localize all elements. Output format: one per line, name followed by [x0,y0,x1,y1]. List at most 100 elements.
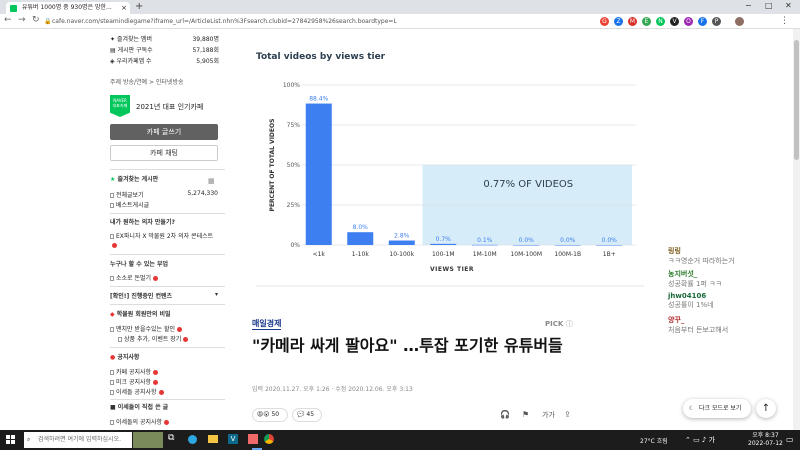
cafe-sidebar: ✦ 즐겨찾는 멤버 39,880명 ▤ 게시판 구독수 57,188회 ◈ 우리… [110,29,225,429]
y-axis-label: PERCENT OF TOTAL VIDEOS [269,119,276,212]
cafe-write-button[interactable]: 카페 글쓰기 [110,124,218,140]
task-view-icon[interactable]: ⧉ [168,433,174,443]
news-source[interactable]: 매일경제 [252,318,282,330]
minimize-button[interactable]: − [745,1,752,10]
bar-value-label: 0.0% [519,237,535,244]
y-tick-label: 50% [287,162,301,169]
naver-badge-icon: NAVER 대표카페 [110,95,130,117]
font-size-icon[interactable]: 가가 [542,410,555,420]
maximize-button[interactable]: □ [765,1,773,10]
best-posts-link[interactable]: 베스트게시글 [110,200,149,209]
chart-card: Total videos by views tier 0.77% OF VIDE… [240,40,650,288]
board-link[interactable]: 이세돌의 공지사항 [110,417,170,426]
x-tick-label: 10M-100M [510,251,542,258]
bar [554,245,581,246]
browser-extension-icon[interactable]: P [712,17,721,26]
moon-icon: ☾ [689,405,695,412]
board-link[interactable]: 맨치만 받을수있는 할인 [110,324,183,333]
file-explorer-icon[interactable] [208,435,218,443]
bar [596,245,623,246]
x-tick-label: 1B+ [603,251,616,258]
article-meta: 입력 2020.11.27. 오후 1:26 · 수정 2020.12.06. … [252,386,413,393]
x-tick-label: 10-100k [389,251,414,258]
browser-extension-icon[interactable]: O [684,17,693,26]
new-tab-button[interactable]: + [135,1,143,12]
browser-extension-icon[interactable]: E [642,17,651,26]
bar [347,232,374,245]
browser-tab[interactable]: 유튜버 1000명 중 930명은 망한... × [6,2,130,14]
notification-icon[interactable]: ▭ [786,435,794,444]
bar-value-label: 0.0% [602,237,618,244]
browser-menu-icon[interactable]: ⋮ [780,16,789,26]
section-heading: ■ 이세돌이 직접 쓴 글 [110,404,169,411]
chat-message: 양꾸_ 처음부터 돈보고해서 [668,316,729,334]
url-field[interactable]: cafe.naver.com/steamindiegame?iframe_url… [52,17,592,27]
stat-row: ◈ 우리카페앱 수 5,905회 [110,58,219,65]
bar-value-label: 2.8% [394,233,410,240]
tray-icons[interactable]: ⌃ ▭ ♪ 가 [685,435,715,445]
x-tick-label: 1-10k [352,251,370,258]
all-posts-link[interactable]: 전체글보기 5,274,330 [110,190,220,199]
bar [388,240,415,245]
audio-icon[interactable]: 🎧 [500,410,510,419]
board-link[interactable]: 소소로 돈벌기 [110,273,159,282]
reactions-button[interactable]: 😡😮 50 [252,408,288,422]
forward-icon[interactable]: → [18,15,26,25]
y-tick-label: 100% [283,82,300,89]
fav-boards-heading: ★ 즐겨찾는 게시판 [110,176,159,183]
board-link[interactable]: EX파니자 X 막물원 2차 의자 콘테스트 [110,232,220,250]
section-heading[interactable]: [확인!] 진행중인 컨텐츠 ▾ [110,291,218,300]
close-window-button[interactable]: ✕ [785,1,792,10]
browser-extension-icon[interactable]: G [600,17,609,26]
y-tick-label: 0% [290,242,300,249]
comment-icon: 💬 [297,411,305,418]
clock[interactable]: 오후 8:37 2022-07-12 [748,432,783,448]
tab-close-icon[interactable]: × [121,2,127,14]
bar-value-label: 8.0% [353,224,369,231]
app-icon[interactable]: V [228,434,238,444]
windows-start-icon[interactable] [6,435,16,445]
bar [305,103,332,245]
board-link[interactable]: 이세돌 공지사항 [110,387,164,396]
app-icon[interactable] [248,434,258,444]
search-icon: ⌕ [27,436,31,443]
browser-extension-icon[interactable]: N [656,17,665,26]
board-link[interactable]: 미크 공지사항 [110,377,159,386]
article-headline[interactable]: "카메라 싸게 팔아요" …투잡 포기한 유튜버들 [252,336,592,356]
share-icon[interactable]: ⇪ [564,410,571,419]
browser-extension-icon[interactable]: Z [614,17,623,26]
cafe-chat-button[interactable]: 카페 채팅 [110,145,218,161]
chat-message: 링링 ㅋㅋ영순거 따라하는거 [668,247,735,265]
scrollbar-thumb[interactable] [794,40,799,160]
stat-row: ✦ 즐겨찾는 멤버 39,880명 [110,36,219,43]
back-icon[interactable]: ← [4,15,12,25]
weather-widget[interactable]: 27°C 흐림 [640,436,668,445]
bar-value-label: 88.4% [309,96,328,103]
windows-taskbar: ⌕ 검색하려면 여기에 입력하십시오. ⧉ V 27°C 흐림 ⌃ ▭ ♪ 가 … [0,430,800,450]
dark-mode-button[interactable]: ☾ 다크 모드로 보기 [683,399,751,418]
bar-value-label: 0.1% [477,237,493,244]
edge-icon[interactable] [188,435,197,444]
taskbar-search-input[interactable]: ⌕ 검색하려면 여기에 입력하십시오. [24,432,132,448]
comments-button[interactable]: 💬 45 [292,408,322,422]
section-heading: 누구나 할 수 있는 부업 [110,261,169,268]
browser-extension-icon[interactable]: V [670,17,679,26]
section-heading: 내가 원하는 의자 만들기? [110,219,175,226]
reload-icon[interactable]: ↻ [32,15,40,25]
board-link[interactable]: 카페 공지사항 [110,367,159,376]
browser-extension-icon[interactable]: F [698,17,707,26]
board-link[interactable]: 상품 추가, 이벤트 장기 [118,334,189,343]
bar [430,243,457,245]
lock-icon[interactable]: 🔒 [44,18,51,25]
x-tick-label: 100M-1B [554,251,581,258]
highlight-label: 0.77% OF VIDEOS [483,179,573,190]
bookmark-icon[interactable]: ⚑ [522,410,529,419]
cafe-topic[interactable]: 주제 방송/연예 > 인터넷방송 [110,77,184,86]
scroll-top-button[interactable]: ↑ [756,399,776,418]
profile-avatar[interactable] [735,17,744,26]
bar [471,244,498,246]
stream-chat: 링링 ㅋㅋ영순거 따라하는거 농지버섯_ 성공확률 1퍼 ㅋㅋ jhw04106 성공… [660,242,795,342]
browser-extension-icon[interactable]: M [628,17,637,26]
chrome-icon[interactable] [264,434,274,444]
board-list-icon[interactable]: ▦ [208,177,215,185]
